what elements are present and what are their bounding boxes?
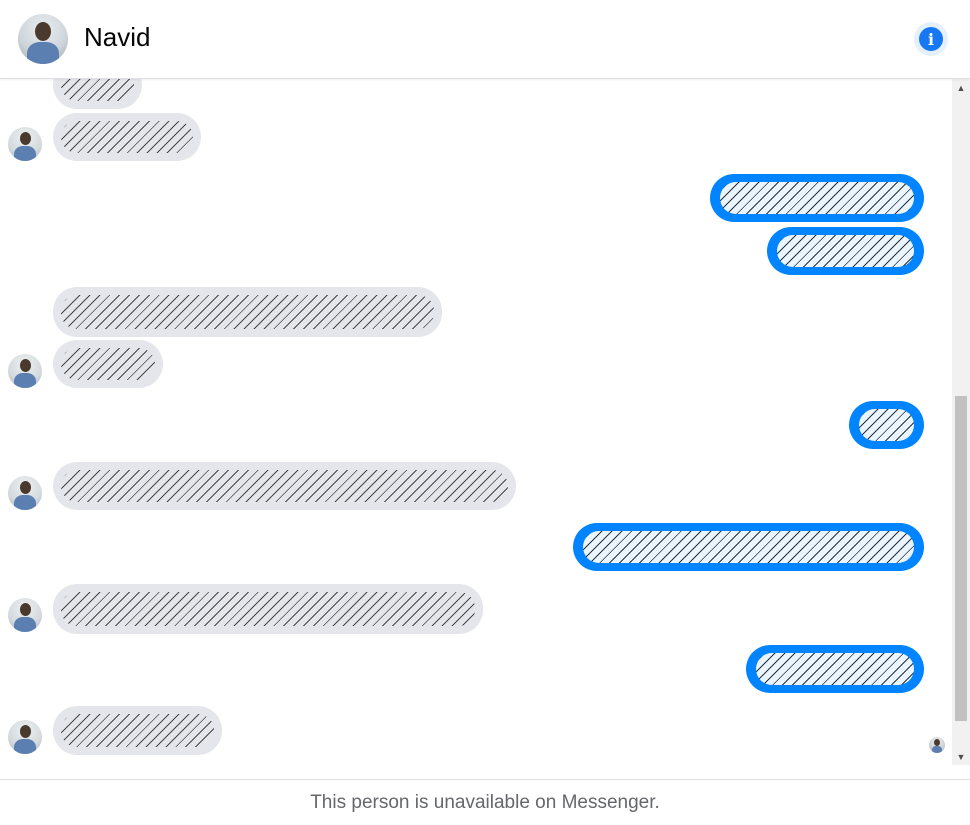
contact-avatar-small[interactable] [8,720,42,754]
contact-avatar-small[interactable] [8,354,42,388]
message-bubble-incoming[interactable] [53,287,442,337]
message-thread[interactable] [0,79,952,765]
message-bubble-incoming[interactable] [53,462,516,510]
contact-avatar-small[interactable] [8,598,42,632]
avatar-head [20,725,31,738]
message-bubble-outgoing[interactable] [849,401,924,449]
avatar-head [934,739,940,746]
message-bubble-incoming[interactable] [53,584,483,634]
avatar-body [932,746,942,753]
message-bubble-outgoing[interactable] [573,523,924,571]
avatar-head [20,359,31,372]
avatar-head [20,603,31,616]
message-bubble-incoming[interactable] [53,113,201,161]
avatar-body [14,617,36,632]
avatar-body [14,739,36,754]
scroll-up-arrow-icon[interactable]: ▲ [952,79,970,96]
message-bubble-outgoing[interactable] [746,645,924,693]
avatar-body [14,495,36,510]
contact-name[interactable]: Navid [84,22,150,53]
seen-receipt-avatar [929,737,945,753]
info-icon: i [919,27,943,51]
composer-unavailable-notice: This person is unavailable on Messenger. [0,779,970,825]
avatar-body [14,146,36,161]
message-bubble-outgoing[interactable] [710,174,924,222]
unavailable-status-text: This person is unavailable on Messenger. [310,791,660,813]
avatar-body [14,373,36,388]
scroll-down-arrow-icon[interactable]: ▼ [952,748,970,765]
contact-avatar[interactable] [18,14,68,64]
contact-avatar-small[interactable] [8,127,42,161]
message-bubble-incoming[interactable] [53,79,142,109]
avatar-body [27,42,59,64]
avatar-head [35,22,51,41]
contact-avatar-small[interactable] [8,476,42,510]
conversation-info-button[interactable]: i [914,22,948,56]
conversation-header: Navid i [0,0,970,79]
message-bubble-incoming[interactable] [53,340,163,388]
scrollbar-thumb[interactable] [955,396,967,721]
avatar-head [20,132,31,145]
avatar-head [20,481,31,494]
vertical-scrollbar[interactable]: ▲ ▼ [952,79,970,765]
message-bubble-outgoing[interactable] [767,227,924,275]
message-bubble-incoming[interactable] [53,706,222,755]
